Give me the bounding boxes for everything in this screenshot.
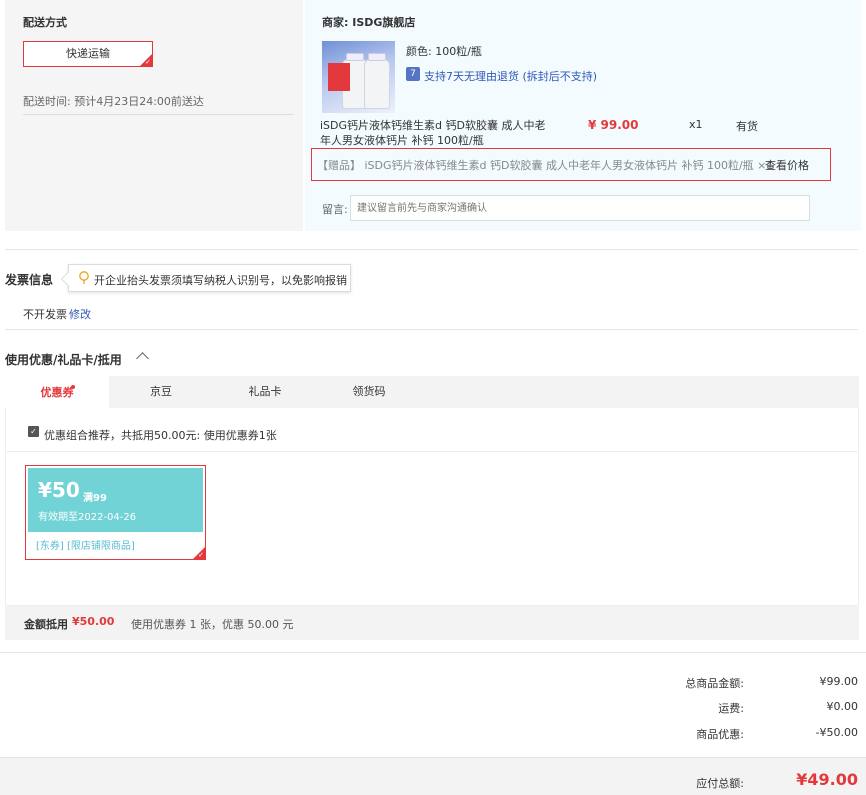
product-price: ¥ 99.00 xyxy=(588,118,639,132)
product-quantity: x1 xyxy=(689,118,703,131)
invoice-edit-link[interactable]: 修改 xyxy=(69,306,91,322)
discount-label: 商品优惠: xyxy=(696,728,744,741)
recommend-text: 优惠组合推荐，共抵用50.00元: 使用优惠券1张 xyxy=(44,429,277,442)
invoice-status: 不开发票 xyxy=(23,308,67,321)
recommend-checkbox[interactable]: ✓ xyxy=(28,426,39,437)
message-label: 留言: xyxy=(322,203,348,216)
chevron-up-icon[interactable] xyxy=(136,352,149,365)
discount-value: -¥50.00 xyxy=(815,726,858,739)
tab-jingdou[interactable]: 京豆 xyxy=(109,376,213,409)
gift-text: 【赠品】 iSDG钙片液体钙维生素d 钙D软胶囊 成人中老年人男女液体钙片 补钙… xyxy=(317,159,774,172)
delivery-time-value: 预计4月23日24:00前送达 xyxy=(74,95,204,108)
view-price-link[interactable]: 查看价格 xyxy=(765,157,809,173)
delivery-time: 配送时间: 预计4月23日24:00前送达 xyxy=(23,93,204,109)
coupon-summary-amount: ¥50.00 xyxy=(72,615,115,628)
shipping-fee-value: ¥0.00 xyxy=(826,700,859,713)
invoice-title: 发票信息 xyxy=(5,273,54,287)
product-image[interactable] xyxy=(322,41,395,113)
message-input[interactable] xyxy=(350,195,810,221)
divider xyxy=(5,249,858,250)
shipping-panel xyxy=(5,0,303,231)
bottle-shape xyxy=(364,53,390,109)
total-goods-value: ¥99.00 xyxy=(819,675,859,688)
return-policy-text[interactable]: 支持7天无理由退货 (拆封后不支持) xyxy=(424,68,597,84)
tip-arrow xyxy=(60,271,76,287)
return-policy-icon: 7 xyxy=(406,67,420,81)
coupon-section-title: 使用优惠/礼品卡/抵用 xyxy=(5,353,122,367)
coupon-amount: ¥50 xyxy=(38,478,80,502)
tab-giftcard-label: 礼品卡 xyxy=(248,385,282,398)
divider xyxy=(0,652,866,653)
product-stock: 有货 xyxy=(736,120,758,133)
coupon-summary-label: 金额抵用 xyxy=(24,618,68,631)
shipping-fee-label: 运费: xyxy=(718,702,744,715)
tab-giftcard[interactable]: 礼品卡 xyxy=(213,376,317,409)
coupon-condition: 满99 xyxy=(83,493,107,504)
tab-coupon[interactable]: 优惠券 xyxy=(5,376,109,409)
lightbulb-icon xyxy=(79,271,89,284)
new-dot-icon xyxy=(71,385,75,389)
shipping-divider xyxy=(23,114,293,115)
tab-jingdou-label: 京豆 xyxy=(150,385,172,398)
shipping-method-button[interactable]: 快递运输 ✓ xyxy=(23,41,153,67)
tab-coupon-label: 优惠券 xyxy=(40,386,74,399)
coupon-divider xyxy=(5,451,859,452)
check-icon: ✓ xyxy=(198,551,204,559)
tab-redeem-code[interactable]: 领货码 xyxy=(317,376,421,409)
delivery-time-label: 配送时间: xyxy=(23,95,71,108)
shop-name: 商家: ISDG旗舰店 xyxy=(322,16,416,29)
payable-value: ¥49.00 xyxy=(796,770,858,789)
check-icon: ✓ xyxy=(145,58,151,66)
coupon-summary-desc: 使用优惠券 1 张，优惠 50.00 元 xyxy=(131,618,294,631)
invoice-tip-text: 开企业抬头发票须填写纳税人识别号，以免影响报销 xyxy=(94,274,347,287)
product-color: 颜色: 100粒/瓶 xyxy=(406,45,482,58)
tab-redeem-code-label: 领货码 xyxy=(352,385,386,398)
product-name[interactable]: iSDG钙片液体钙维生素d 钙D软胶囊 成人中老年人男女液体钙片 补钙 100粒… xyxy=(320,118,550,148)
invoice-tip: 开企业抬头发票须填写纳税人识别号，以免影响报销 xyxy=(60,264,351,292)
divider xyxy=(5,329,858,330)
promo-badge xyxy=(328,63,350,91)
coupon-header: ¥50 满99 有效期至2022-04-26 xyxy=(28,468,203,532)
coupon-tabs: 优惠券 京豆 礼品卡 领货码 xyxy=(5,376,859,409)
coupon-tags: [东券] [限店铺限商品] xyxy=(36,541,135,552)
coupon-expiry: 有效期至2022-04-26 xyxy=(38,512,137,523)
shipping-method-label: 快递运输 xyxy=(66,47,110,60)
bottle-cap xyxy=(368,53,386,61)
payable-label: 应付总额: xyxy=(696,777,744,790)
total-goods-label: 总商品金额: xyxy=(685,677,744,690)
shipping-title: 配送方式 xyxy=(23,16,67,29)
bottle-cap xyxy=(346,53,364,61)
coupon-card[interactable]: ¥50 满99 有效期至2022-04-26 [东券] [限店铺限商品] ✓ xyxy=(25,465,206,560)
